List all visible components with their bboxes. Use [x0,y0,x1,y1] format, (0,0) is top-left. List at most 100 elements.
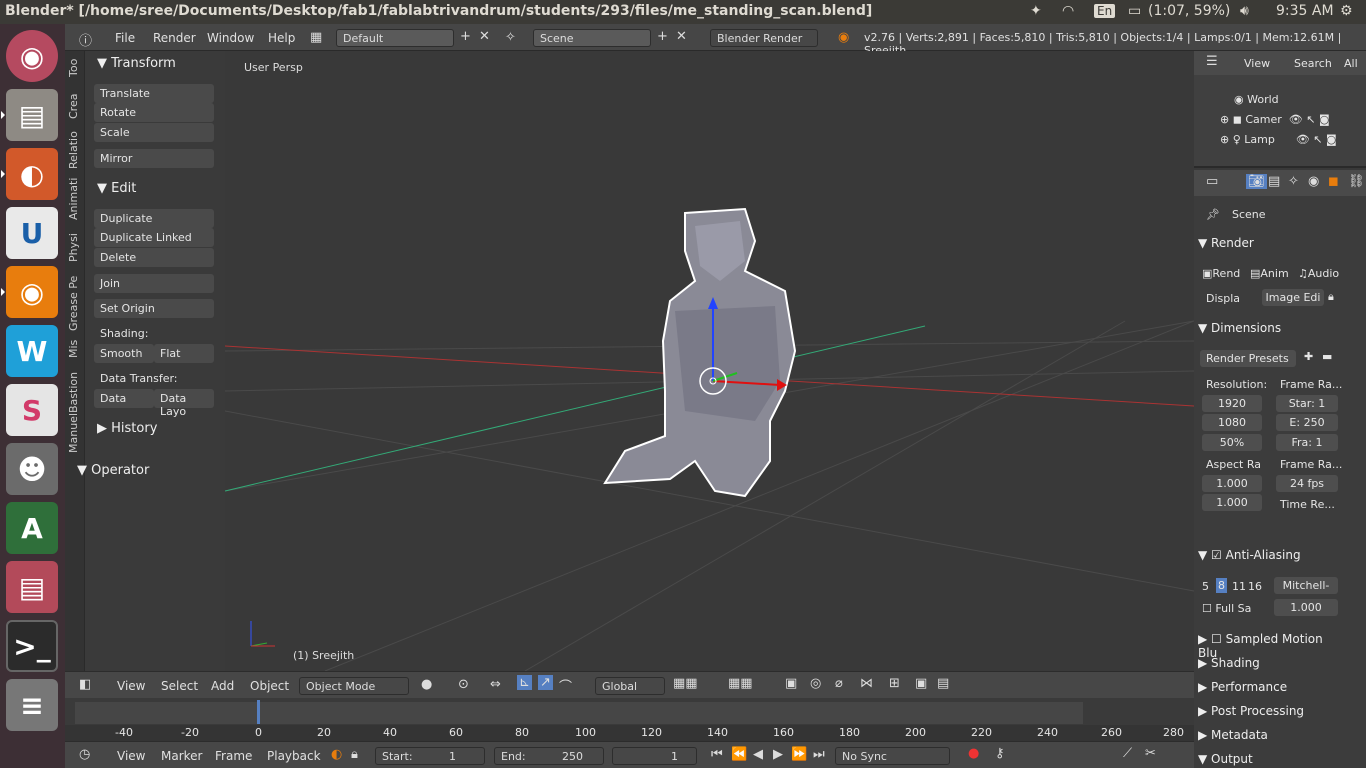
end-frame-field[interactable]: End: 250 [494,747,604,765]
snap-icon[interactable]: ⌀ [835,676,843,691]
current-frame-field[interactable]: 1 [612,747,697,765]
render-layers-icon[interactable]: ▤ [1268,174,1280,189]
add-layout-icon[interactable]: + [460,29,471,44]
join-button[interactable]: Join [94,274,214,293]
tab-animation[interactable]: Animati [67,177,83,221]
sync-mode-select[interactable]: No Sync [835,747,950,765]
start-frame-field[interactable]: Start: 1 [375,747,485,765]
aa-filter-size-field[interactable]: 1.000 [1274,599,1338,616]
dimensions-panel-header[interactable]: ▼ Dimensions [1198,321,1344,335]
timeline-view-menu[interactable]: View [117,749,145,763]
scene-icon[interactable]: ✧ [505,30,516,45]
aspect-y-field[interactable]: 1.000 [1202,494,1262,511]
slack-icon[interactable]: S [6,384,58,436]
remove-layout-icon[interactable]: ✕ [479,29,490,44]
keying-icon[interactable]: ⚷ [995,746,1005,761]
outliner-item-world[interactable]: ◉ World [1234,93,1279,106]
data-button[interactable]: Data [94,389,154,408]
object-context-icon[interactable]: ◼ [1328,174,1339,189]
workspaces-icon[interactable]: ≡ [6,679,58,731]
tab-misc[interactable]: Mis [67,337,83,361]
metadata-panel-header[interactable]: ▶ Metadata [1198,728,1344,742]
render-panel-header[interactable]: ▼ Render [1198,236,1344,250]
edit-panel-header[interactable]: ▼ Edit [97,181,136,196]
aa-samples-8[interactable]: 8 [1216,578,1227,593]
scale-button[interactable]: Scale [94,123,214,142]
audio-button[interactable]: ♫Audio [1298,267,1339,280]
set-origin-button[interactable]: Set Origin [94,299,214,318]
screen-layout-icon[interactable]: ▦ [310,30,322,45]
menu-render[interactable]: Render [153,31,196,45]
render-opengl-icon[interactable]: ▣ [915,676,927,691]
3d-viewport[interactable]: User Persp (1) Sreejith [225,51,1194,671]
outliner-all-select[interactable]: All [1344,57,1358,70]
remove-preset-icon[interactable]: ▬ [1322,350,1332,363]
operator-panel-header[interactable]: ▼ Operator [77,463,149,478]
software-updater-icon[interactable]: A [6,502,58,554]
history-panel-header[interactable]: ▶ History [97,421,157,436]
layer-lock-icon[interactable]: ▣ [785,676,797,691]
keying-set-icon[interactable]: ◐ [331,747,342,762]
shading-panel-header[interactable]: ▶ Shading [1198,656,1344,670]
outliner-editor-icon[interactable]: ☰ [1206,54,1218,69]
mirror-button[interactable]: Mirror [94,149,214,168]
aa-samples-5[interactable]: 5 [1202,580,1209,593]
tab-physics[interactable]: Physi [67,231,83,265]
tab-manuelbastion[interactable]: ManuelBastion [67,372,83,453]
layers-icon[interactable]: ▦▦ [673,676,698,691]
dropbox-icon[interactable]: ✦ [1030,3,1042,19]
output-panel-header[interactable]: ▼ Output [1198,752,1344,766]
info-editor-icon[interactable]: ⓘ [79,30,92,49]
delete-button[interactable]: Delete [94,248,214,267]
world-context-icon[interactable]: ◉ [1308,174,1319,189]
rotate-manipulator-icon[interactable]: ↗ [538,675,553,690]
screen-layout-field[interactable]: Default [336,29,454,47]
prev-keyframe-icon[interactable]: ⏪ [731,747,747,762]
view-menu[interactable]: View [117,679,145,693]
webstorm-icon[interactable]: W [6,325,58,377]
animation-button[interactable]: ▤Anim [1250,267,1289,280]
resolution-x-field[interactable]: 1920 [1202,395,1262,412]
delete-keyframe-icon[interactable]: ✂ [1145,746,1156,761]
ubuntu-dash-icon[interactable]: ◉ [6,30,58,82]
aa-samples-11[interactable]: 11 [1232,580,1246,593]
timeline-area[interactable]: -40 -20 0 20 40 60 80 100 120 140 160 18… [65,698,1194,741]
menu-help[interactable]: Help [268,31,295,45]
snap-element-icon[interactable]: ⋈ [860,676,873,691]
render-presets-select[interactable]: Render Presets [1200,350,1296,367]
add-preset-icon[interactable]: ✚ [1304,350,1313,363]
frame-end-field[interactable]: E: 250 [1276,414,1338,431]
performance-panel-header[interactable]: ▶ Performance [1198,680,1344,694]
outliner-search-menu[interactable]: Search [1294,57,1332,70]
fps-select[interactable]: 24 fps [1276,475,1338,492]
pin-icon[interactable]: 📌︎ [1206,208,1220,221]
scanned-figure[interactable] [603,207,797,498]
full-sample-checkbox[interactable]: ☐ Full Sa [1202,602,1251,615]
keyboard-layout-indicator[interactable]: En [1094,4,1116,18]
transform-panel-header[interactable]: ▼ Transform [97,56,176,71]
editor-type-icon[interactable]: ◧ [79,677,91,692]
shade-flat-button[interactable]: Flat [154,344,214,363]
play-icon[interactable]: ▶ [773,747,783,762]
translate-button[interactable]: Translate [94,84,214,103]
menu-window[interactable]: Window [207,31,254,45]
gimp-icon[interactable]: ☻ [6,443,58,495]
jump-start-icon[interactable]: ⏮ [711,747,723,762]
wifi-icon[interactable]: ◠ [1062,3,1074,19]
remove-scene-icon[interactable]: ✕ [676,29,687,44]
current-frame-line[interactable] [257,700,260,724]
tab-tools[interactable]: Too [67,57,83,79]
mode-select[interactable]: Object Mode [299,677,409,695]
aspect-x-field[interactable]: 1.000 [1202,475,1262,492]
outliner-view-menu[interactable]: View [1244,57,1270,70]
files-icon[interactable]: ▤ [1,89,58,141]
transform-orientation-select[interactable]: Global [595,677,665,695]
menu-file[interactable]: File [115,31,135,45]
constraints-icon[interactable]: ⛓ [1348,174,1365,189]
scale-manipulator-icon[interactable]: ⌒ [559,676,572,695]
layers-2-icon[interactable]: ▦▦ [728,676,753,691]
add-menu[interactable]: Add [211,679,234,693]
viewport-shading-icon[interactable]: ● [421,677,432,692]
clock[interactable]: 9:35 AM [1276,3,1334,19]
translate-manipulator-icon[interactable]: ⊾ [517,675,532,690]
